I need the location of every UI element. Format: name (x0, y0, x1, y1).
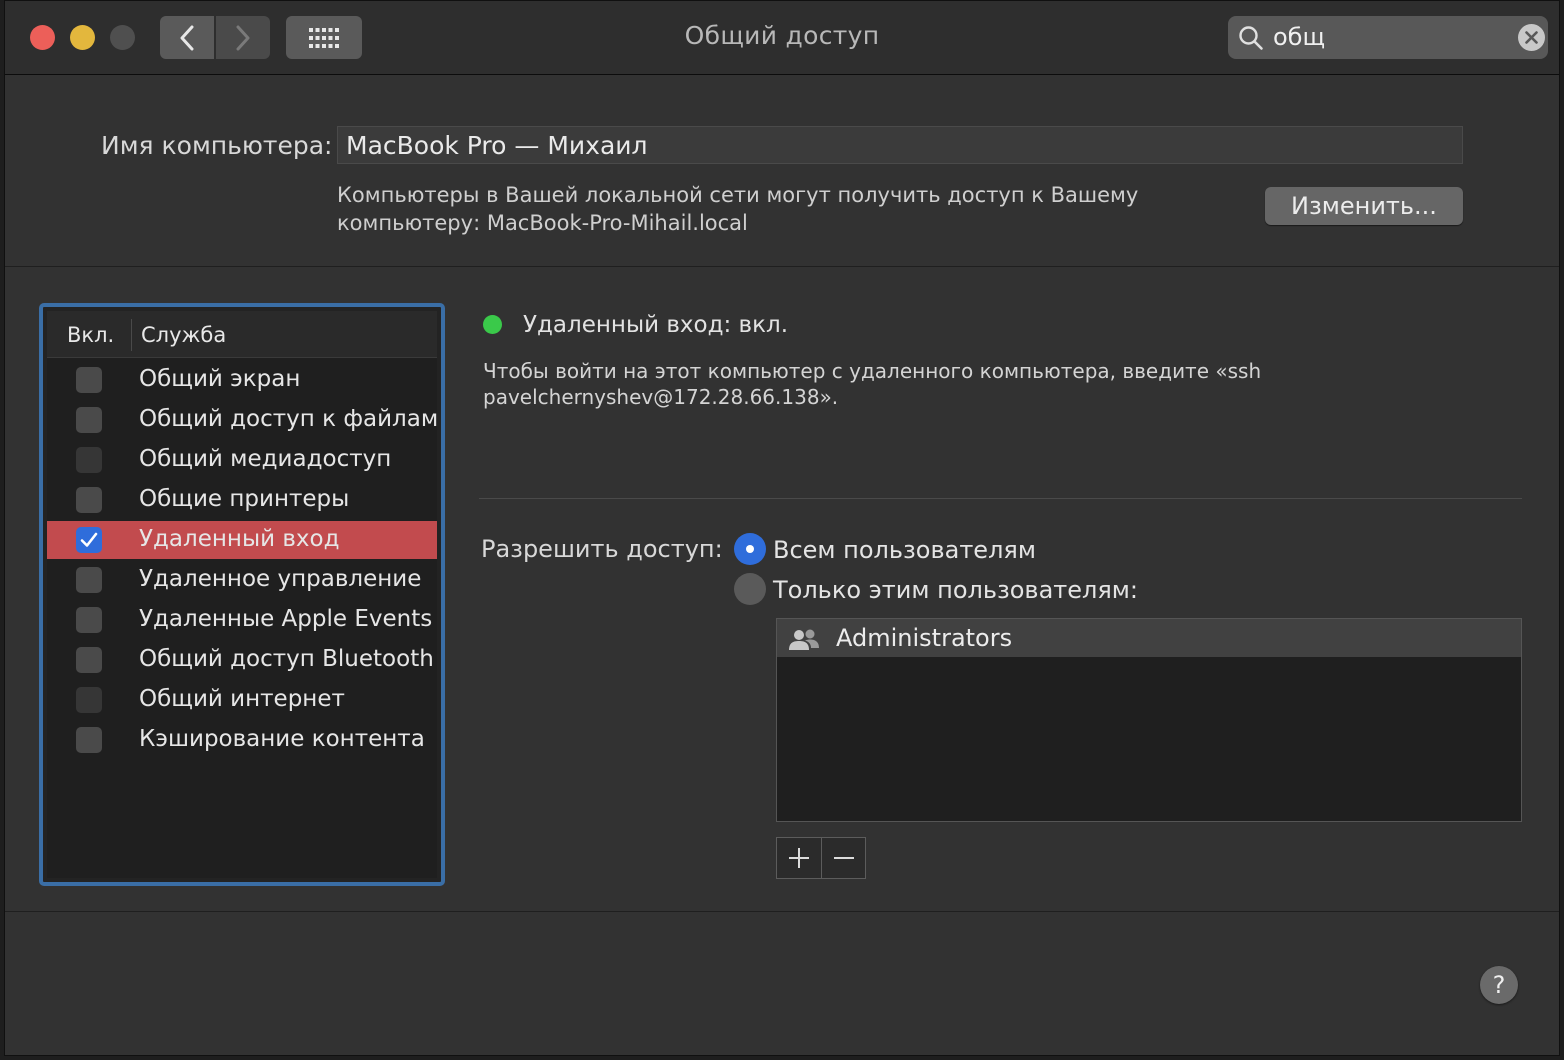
service-row-printer-sharing[interactable]: Общие принтеры (47, 481, 437, 519)
allow-access-label: Разрешить доступ: (481, 535, 723, 563)
service-label: Общий медиадоступ (139, 446, 392, 472)
title-bar: Общий доступ (5, 1, 1559, 75)
service-row-file-sharing[interactable]: Общий доступ к файлам (47, 401, 437, 439)
search-icon (1239, 26, 1263, 50)
service-label: Удаленные Apple Events (139, 606, 433, 632)
search-input[interactable] (1273, 21, 1503, 53)
service-row-media-sharing[interactable]: Общий медиадоступ (47, 441, 437, 479)
service-label: Общий экран (139, 366, 301, 392)
services-table: Вкл. Служба Общий экран Общий доступ к ф… (47, 311, 437, 878)
allowed-users-list[interactable]: Administrators (776, 618, 1522, 822)
radio-only-these-users[interactable] (734, 573, 766, 605)
add-user-button[interactable] (777, 838, 822, 878)
service-label: Общие принтеры (139, 486, 350, 512)
service-row-bluetooth-sharing[interactable]: Общий доступ Bluetooth (47, 641, 437, 679)
add-remove-control (776, 837, 866, 879)
service-row-internet-sharing[interactable]: Общий интернет (47, 681, 437, 719)
service-label: Удаленное управление (139, 566, 422, 592)
description-line: Компьютеры в Вашей локальной сети могут … (337, 183, 1139, 207)
service-checkbox[interactable] (76, 607, 102, 633)
service-row-screen-sharing[interactable]: Общий экран (47, 361, 437, 399)
clear-search-button[interactable] (1518, 24, 1545, 51)
services-header: Вкл. Служба (47, 311, 437, 358)
divider (5, 266, 1559, 267)
status-indicator (483, 315, 502, 334)
change-hostname-button[interactable]: Изменить... (1265, 187, 1463, 225)
list-item[interactable]: Administrators (777, 619, 1521, 657)
remove-user-button[interactable] (822, 838, 866, 878)
group-icon (789, 629, 819, 650)
user-name: Administrators (836, 624, 1013, 652)
ssh-instructions: Чтобы войти на этот компьютер с удаленно… (483, 358, 1343, 410)
divider (479, 498, 1522, 499)
search-field[interactable] (1228, 16, 1548, 59)
service-status: Удаленный вход: вкл. (523, 312, 789, 338)
service-checkbox[interactable] (76, 647, 102, 673)
clear-icon (1525, 31, 1538, 44)
instructions-line: pavelchernyshev@172.28.66.138». (483, 385, 839, 409)
description-line: компьютеру: MacBook-Pro-Mihail.local (337, 211, 748, 235)
service-checkbox[interactable] (76, 567, 102, 593)
divider (5, 911, 1559, 912)
service-row-remote-management[interactable]: Удаленное управление (47, 561, 437, 599)
service-row-remote-apple-events[interactable]: Удаленные Apple Events (47, 601, 437, 639)
service-checkbox[interactable] (76, 527, 102, 553)
service-row-remote-login[interactable]: Удаленный вход (47, 521, 437, 559)
service-checkbox[interactable] (76, 407, 102, 433)
column-separator (131, 319, 132, 351)
service-label: Общий доступ к файлам (139, 406, 437, 432)
computer-name-field[interactable]: MacBook Pro — Михаил (337, 126, 1463, 164)
checkmark-icon (80, 532, 98, 547)
service-checkbox[interactable] (76, 487, 102, 513)
computer-name-label: Имя компьютера: (101, 131, 333, 160)
preferences-window: Общий доступ Имя компьютера: MacBook Pro… (4, 0, 1560, 1056)
radio-only-these-users-label[interactable]: Только этим пользователям: (773, 576, 1138, 604)
computer-name-description: Компьютеры в Вашей локальной сети могут … (337, 181, 1157, 237)
column-header-on[interactable]: Вкл. (67, 323, 114, 347)
service-label: Кэширование контента (139, 726, 425, 752)
radio-all-users[interactable] (734, 533, 766, 565)
instructions-line: Чтобы войти на этот компьютер с удаленно… (483, 359, 1262, 383)
column-header-service[interactable]: Служба (141, 323, 226, 347)
help-button[interactable]: ? (1480, 966, 1518, 1004)
service-checkbox[interactable] (76, 687, 102, 713)
services-list[interactable]: Вкл. Служба Общий экран Общий доступ к ф… (39, 303, 445, 886)
radio-all-users-label[interactable]: Всем пользователям (773, 536, 1036, 564)
service-label: Удаленный вход (139, 526, 340, 552)
minus-icon (834, 857, 854, 859)
service-label: Общий интернет (139, 686, 345, 712)
service-row-content-caching[interactable]: Кэширование контента (47, 721, 437, 759)
service-checkbox[interactable] (76, 367, 102, 393)
plus-icon (789, 848, 809, 868)
service-label: Общий доступ Bluetooth (139, 646, 434, 672)
service-checkbox[interactable] (76, 447, 102, 473)
service-checkbox[interactable] (76, 727, 102, 753)
